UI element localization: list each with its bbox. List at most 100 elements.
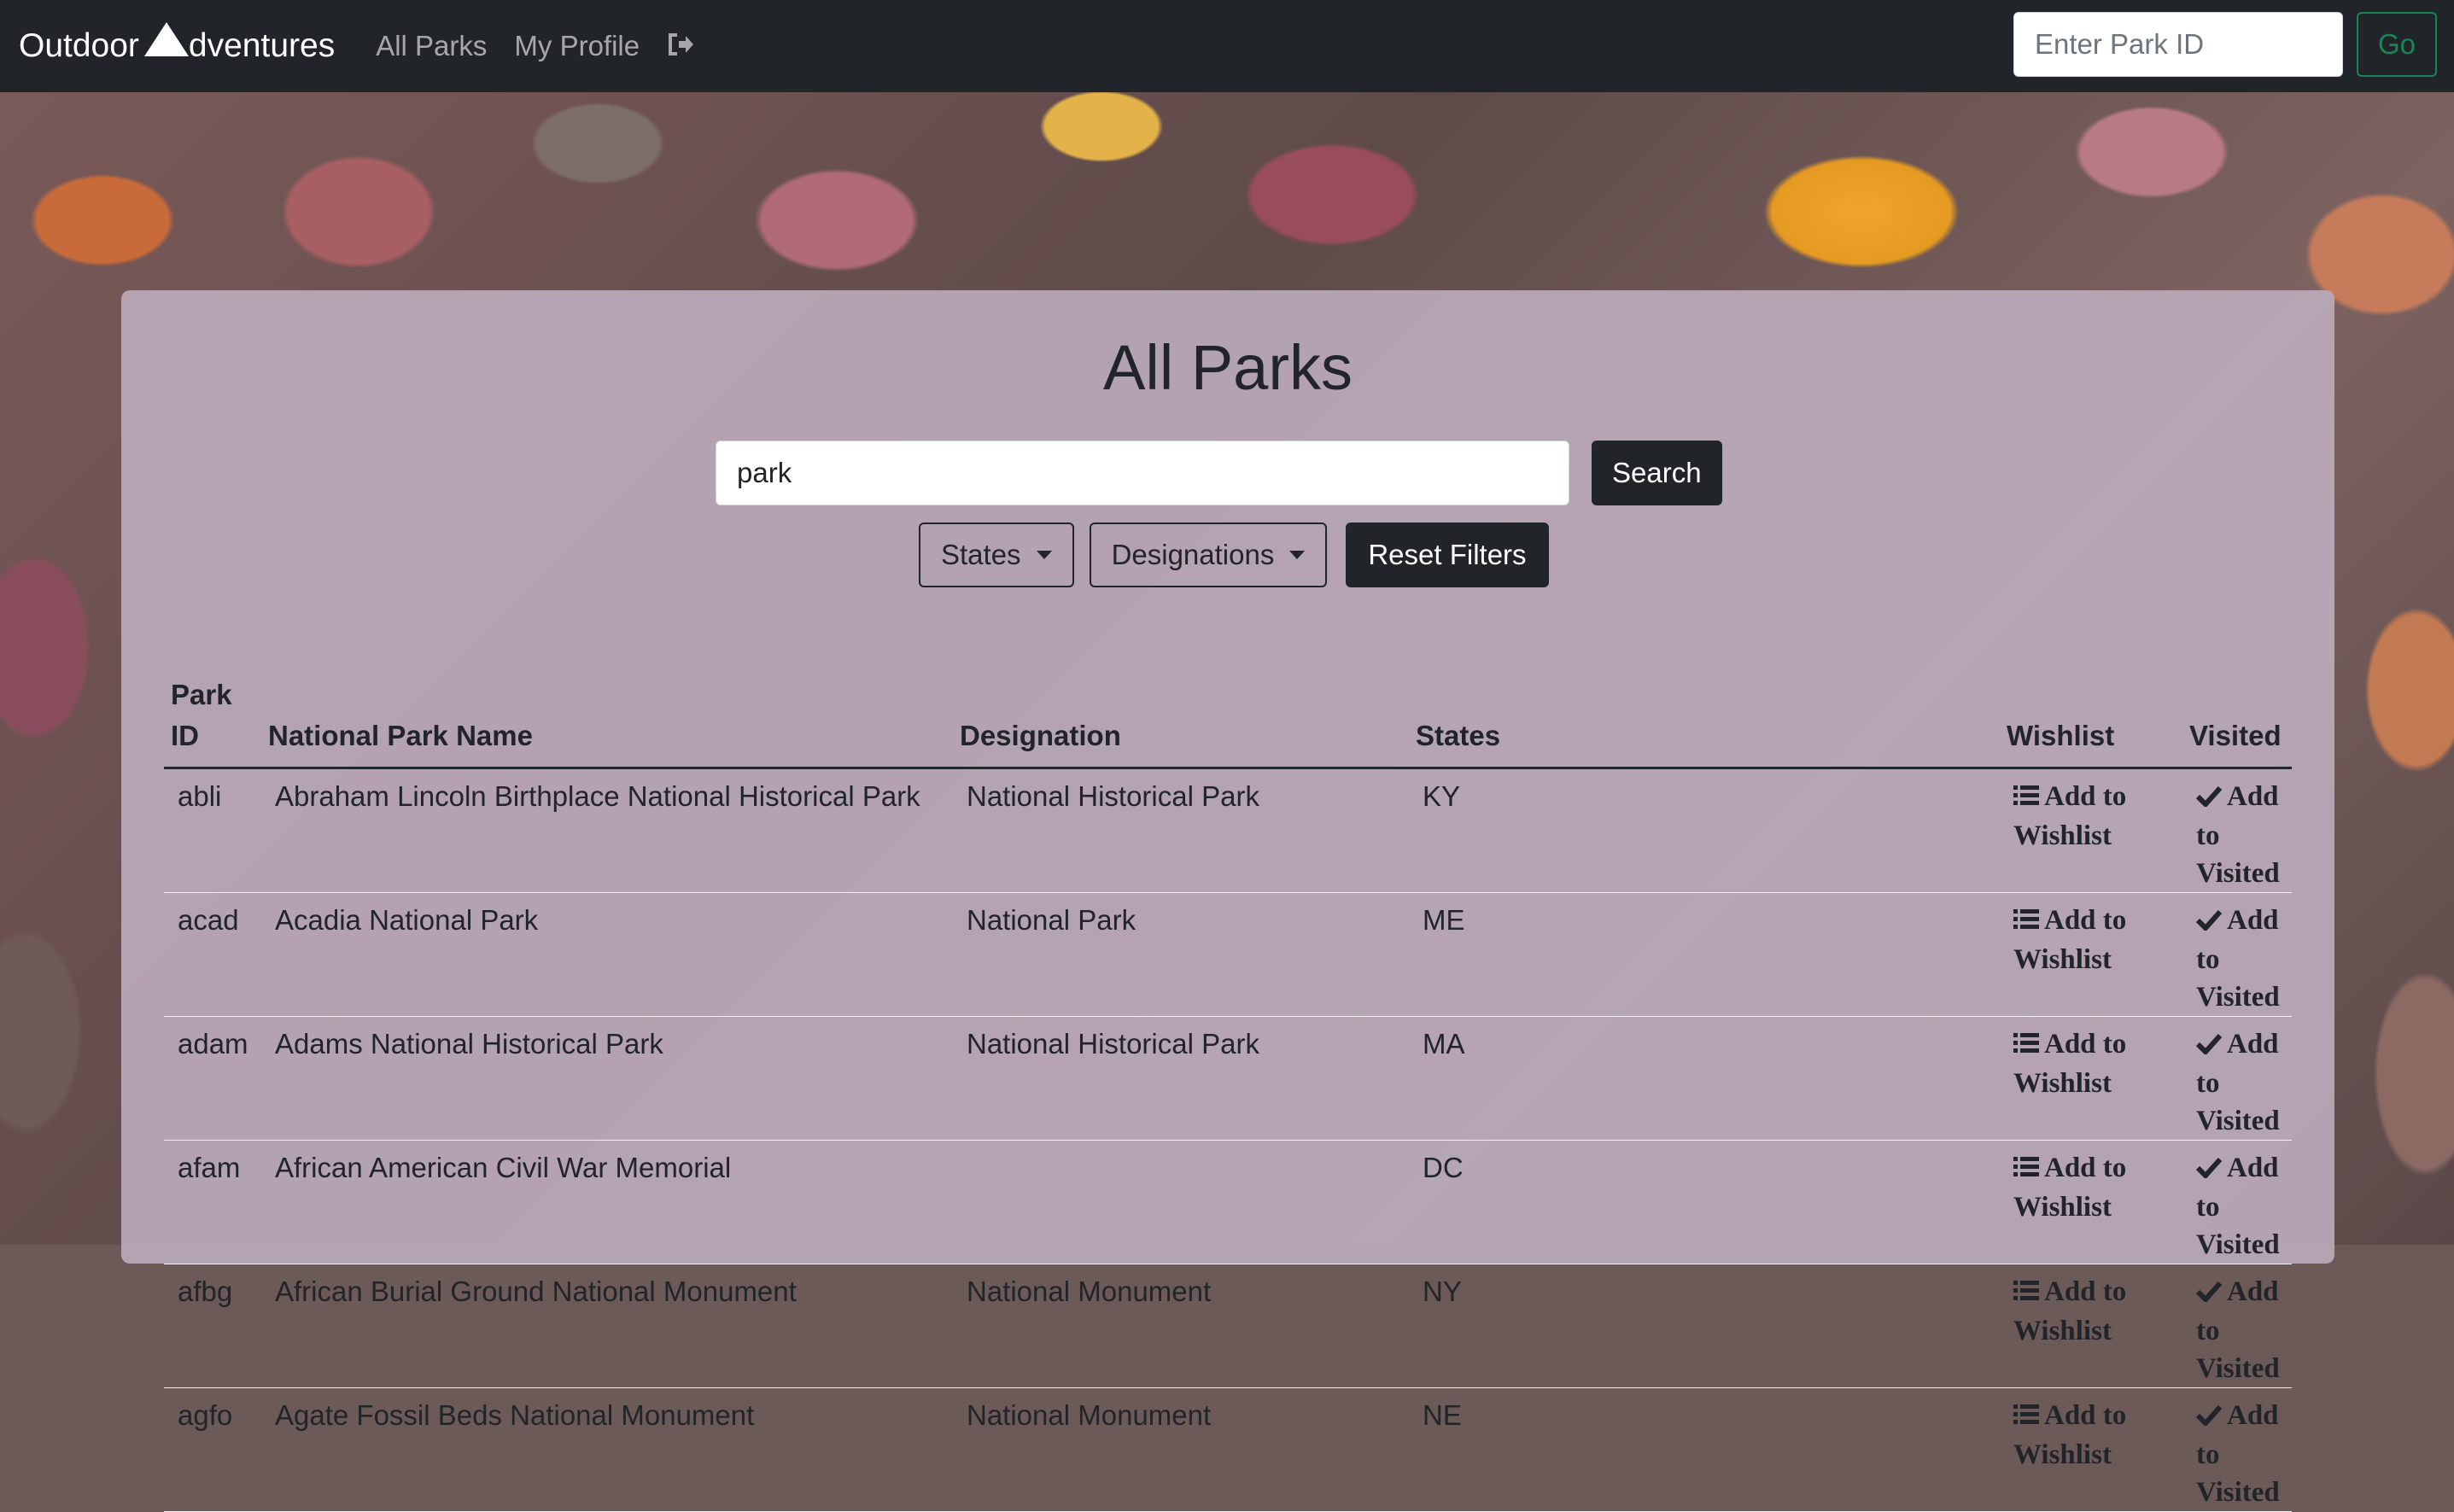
nav-link-my-profile[interactable]: My Profile [514, 30, 640, 62]
wishlist-action-line1: Add to [2044, 1400, 2127, 1431]
table-row: abli Abraham Lincoln Birthplace National … [164, 768, 2292, 893]
park-id-cell: abli [164, 768, 261, 893]
wishlist-action-line2: Wishlist [2013, 1316, 2112, 1346]
list-icon [2013, 1398, 2039, 1436]
visited-cell: Add to Visited [2182, 1264, 2292, 1388]
table-row: agfo Agate Fossil Beds National Monument N… [164, 1387, 2292, 1512]
states-cell: DC [1409, 1140, 2000, 1264]
visited-action-line2: Visited [2196, 1353, 2280, 1384]
header-wishlist: Wishlist [2000, 674, 2182, 769]
mountain-icon [143, 22, 189, 65]
states-dropdown-label: States [941, 539, 1021, 570]
check-icon [2195, 1027, 2223, 1065]
add-to-visited-button[interactable]: Add to Visited [2195, 902, 2285, 1016]
park-name-cell: Agate Fossil Beds National Monument [261, 1387, 953, 1512]
sign-out-icon[interactable] [667, 32, 694, 61]
wishlist-cell: Add to Wishlist [2000, 1387, 2182, 1512]
wishlist-action-line1: Add to [2044, 1276, 2127, 1307]
designation-cell: National Monument [953, 1387, 1409, 1512]
add-to-visited-button[interactable]: Add to Visited [2195, 1025, 2285, 1140]
wishlist-action-line1: Add to [2044, 1029, 2127, 1060]
header-visited: Visited [2182, 674, 2292, 769]
visited-cell: Add to Visited [2182, 1387, 2292, 1512]
wishlist-action-line2: Wishlist [2013, 820, 2112, 851]
chevron-down-icon [1036, 551, 1052, 559]
parks-card: All Parks Search States Designations Res… [121, 290, 2334, 1512]
park-name-cell: Adams National Historical Park [261, 1016, 953, 1141]
wishlist-action-line1: Add to [2044, 905, 2127, 936]
visited-cell: Add to Visited [2182, 768, 2292, 893]
visited-cell: Add to Visited [2182, 1140, 2292, 1264]
add-to-visited-button[interactable]: Add to Visited [2195, 1397, 2285, 1511]
park-id-form: Go [2013, 12, 2437, 77]
states-dropdown[interactable]: States [919, 522, 1074, 587]
list-icon [2013, 1027, 2039, 1065]
wishlist-cell: Add to Wishlist [2000, 1016, 2182, 1141]
table-body: abli Abraham Lincoln Birthplace National … [164, 768, 2292, 1512]
search-form: Search [716, 441, 1722, 505]
designation-cell: National Historical Park [953, 1016, 1409, 1141]
table-row: acad Acadia National Park National Park ME A… [164, 892, 2292, 1017]
add-to-wishlist-button[interactable]: Add to Wishlist [2013, 1149, 2126, 1226]
header-park-name: National Park Name [261, 674, 953, 769]
add-to-visited-button[interactable]: Add to Visited [2195, 1273, 2285, 1387]
wishlist-action-line2: Wishlist [2013, 1439, 2112, 1470]
wishlist-action-line1: Add to [2044, 781, 2127, 812]
designations-dropdown[interactable]: Designations [1089, 522, 1328, 587]
park-id-cell: afam [164, 1140, 261, 1264]
add-to-wishlist-button[interactable]: Add to Wishlist [2013, 778, 2126, 855]
top-navbar: Outdoor dventures All Parks My Profile G… [0, 0, 2454, 92]
park-id-cell: acad [164, 892, 261, 1017]
add-to-visited-button[interactable]: Add to Visited [2195, 778, 2285, 892]
designation-cell: National Park [953, 892, 1409, 1017]
search-button[interactable]: Search [1592, 441, 1722, 505]
check-icon [2195, 903, 2223, 941]
chevron-down-icon [1289, 551, 1306, 559]
add-to-wishlist-button[interactable]: Add to Wishlist [2013, 1025, 2126, 1102]
visited-cell: Add to Visited [2182, 892, 2292, 1017]
wishlist-cell: Add to Wishlist [2000, 1264, 2182, 1388]
visited-action-line2: Visited [2196, 1477, 2280, 1508]
park-name-cell: African Burial Ground National Monument [261, 1264, 953, 1388]
go-button[interactable]: Go [2357, 12, 2437, 77]
table-row: afbg African Burial Ground National Monum… [164, 1264, 2292, 1388]
visited-action-line2: Visited [2196, 1229, 2280, 1260]
add-to-wishlist-button[interactable]: Add to Wishlist [2013, 1397, 2126, 1474]
add-to-wishlist-button[interactable]: Add to Wishlist [2013, 1273, 2126, 1350]
designation-cell: National Historical Park [953, 768, 1409, 893]
visited-action-line2: Visited [2196, 982, 2280, 1013]
brand-logo[interactable]: Outdoor dventures [19, 22, 335, 70]
brand-text-end: dventures [188, 27, 336, 64]
visited-cell: Add to Visited [2182, 1016, 2292, 1141]
states-cell: MA [1409, 1016, 2000, 1141]
wishlist-action-line2: Wishlist [2013, 1192, 2112, 1223]
search-input[interactable] [716, 441, 1569, 505]
reset-filters-button[interactable]: Reset Filters [1346, 522, 1549, 587]
list-icon [2013, 779, 2039, 817]
table-header-row: Park ID National Park Name Designation S… [164, 674, 2292, 769]
park-id-cell: afbg [164, 1264, 261, 1388]
table-row: adam Adams National Historical Park Nation… [164, 1016, 2292, 1141]
visited-action-line2: Visited [2196, 858, 2280, 889]
states-cell: NE [1409, 1387, 2000, 1512]
header-park-id: Park ID [164, 674, 261, 769]
park-name-cell: African American Civil War Memorial [261, 1140, 953, 1264]
wishlist-cell: Add to Wishlist [2000, 892, 2182, 1017]
wishlist-action-line1: Add to [2044, 1153, 2127, 1183]
header-park-id-line1: Park [171, 679, 232, 710]
check-icon [2195, 1275, 2223, 1312]
add-to-visited-button[interactable]: Add to Visited [2195, 1149, 2285, 1264]
add-to-wishlist-button[interactable]: Add to Wishlist [2013, 902, 2126, 978]
list-icon [2013, 1275, 2039, 1312]
park-name-cell: Acadia National Park [261, 892, 953, 1017]
park-id-cell: adam [164, 1016, 261, 1141]
wishlist-cell: Add to Wishlist [2000, 1140, 2182, 1264]
header-park-id-line2: ID [171, 720, 199, 751]
park-name-cell: Abraham Lincoln Birthplace National Hist… [261, 768, 953, 893]
park-id-input[interactable] [2013, 12, 2343, 77]
nav-link-all-parks[interactable]: All Parks [376, 30, 487, 62]
wishlist-action-line2: Wishlist [2013, 1068, 2112, 1099]
park-id-cell: agfo [164, 1387, 261, 1512]
header-states: States [1409, 674, 2000, 769]
page-title: All Parks [1103, 332, 1353, 403]
